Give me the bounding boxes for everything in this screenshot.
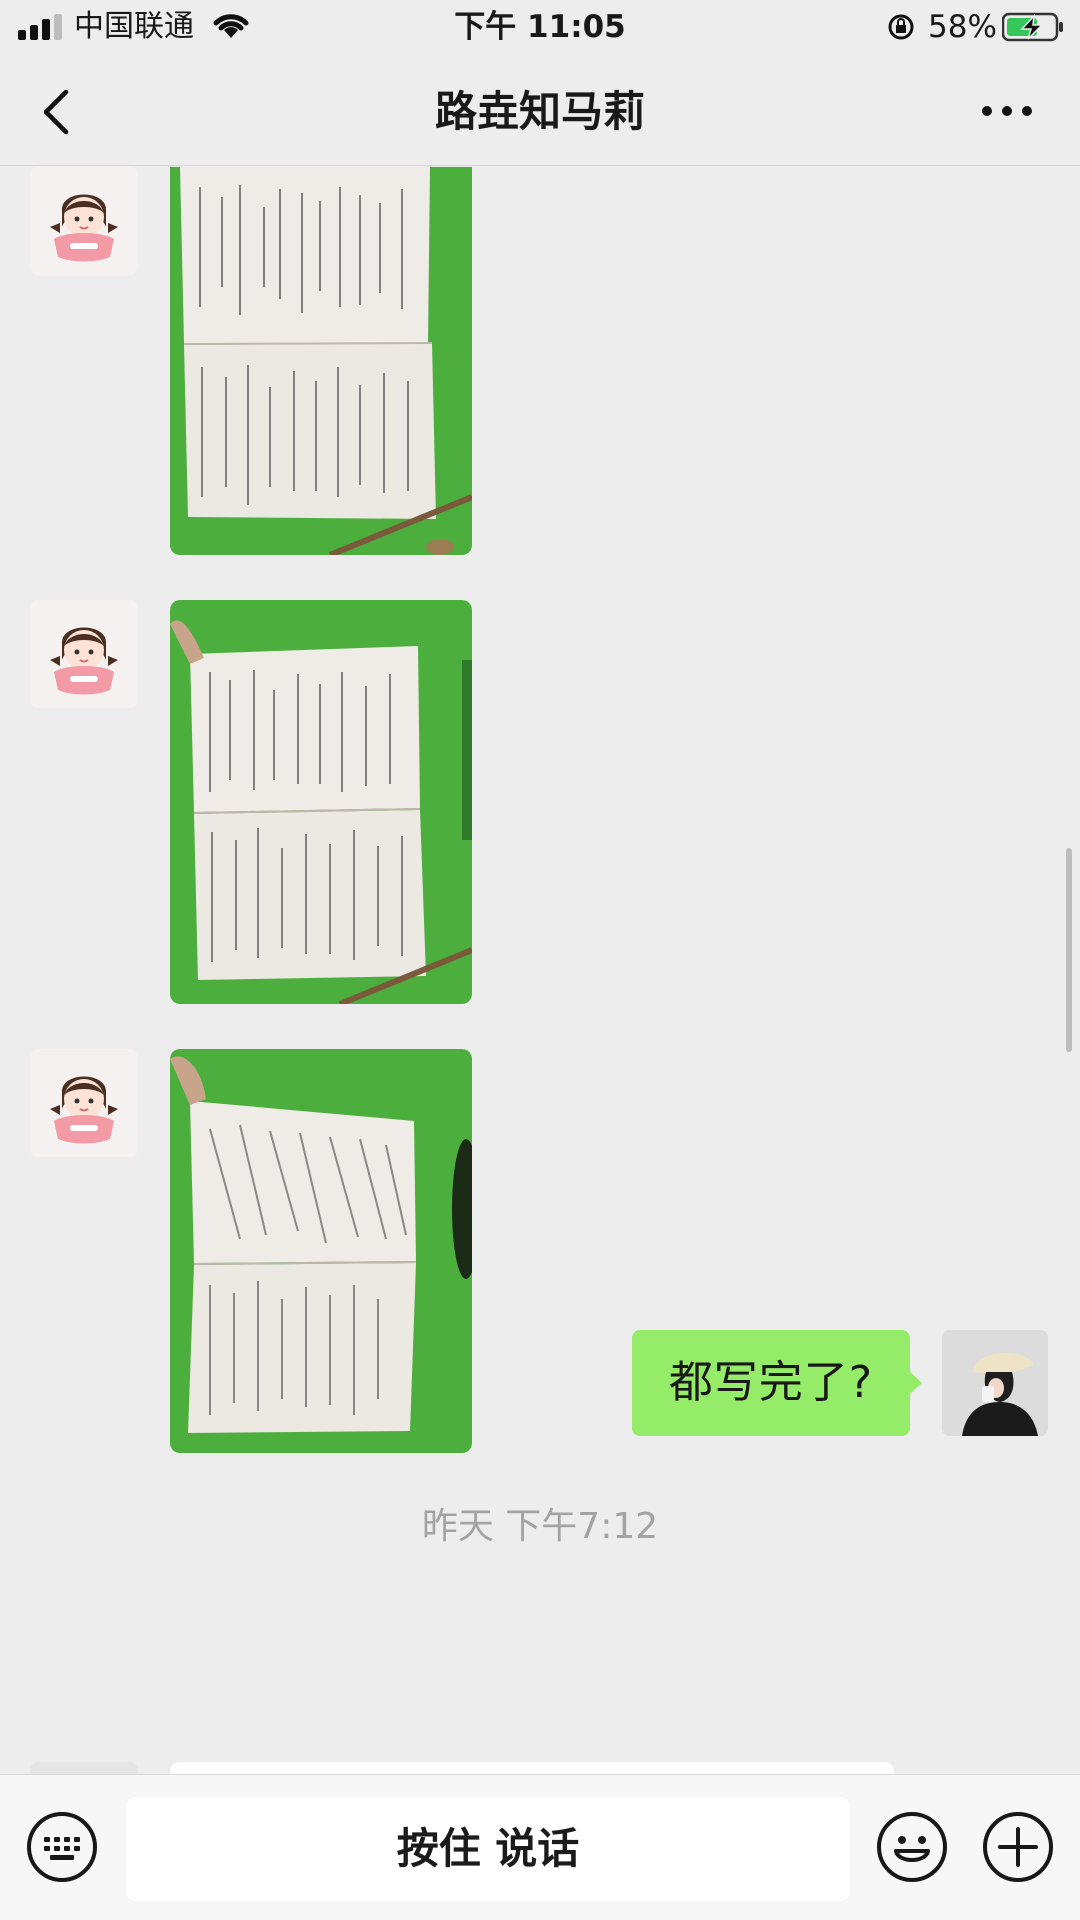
message-timestamp: 昨天 下午7:12 <box>421 1506 659 1547</box>
contact-avatar[interactable] <box>30 167 138 275</box>
plus-icon[interactable] <box>982 1811 1054 1883</box>
my-avatar[interactable] <box>942 1330 1048 1436</box>
chat-header: 路垚知马莉 <box>0 56 1080 166</box>
contact-avatar[interactable] <box>30 1049 138 1157</box>
scrollbar[interactable] <box>1066 848 1072 1052</box>
status-time: 下午 11:05 <box>454 9 626 45</box>
orientation-lock-icon <box>888 14 914 40</box>
card-message[interactable] <box>170 1762 894 1774</box>
status-bar: 中国联通 下午 11:05 58% <box>0 0 1080 56</box>
bubble-tail <box>908 1370 922 1396</box>
message-list[interactable]: 都写完了? 昨天 下午7:12 <box>0 167 1080 1774</box>
emoji-icon[interactable] <box>876 1811 948 1883</box>
image-message[interactable] <box>170 600 472 1004</box>
hold-to-talk-button[interactable]: 按住 说话 <box>126 1797 850 1901</box>
chat-title: 路垚知马莉 <box>434 87 645 136</box>
my-text-bubble[interactable]: 都写完了? <box>632 1330 910 1436</box>
image-message[interactable] <box>170 1049 472 1453</box>
image-message[interactable] <box>170 167 472 555</box>
battery-charging-icon <box>1002 12 1063 42</box>
input-bar: 按住 说话 <box>0 1774 1080 1920</box>
keyboard-icon[interactable] <box>26 1811 98 1883</box>
contact-avatar[interactable] <box>30 1762 138 1774</box>
battery-percent: 58% <box>928 9 997 45</box>
more-dots-icon[interactable] <box>980 96 1034 126</box>
contact-avatar[interactable] <box>30 600 138 708</box>
